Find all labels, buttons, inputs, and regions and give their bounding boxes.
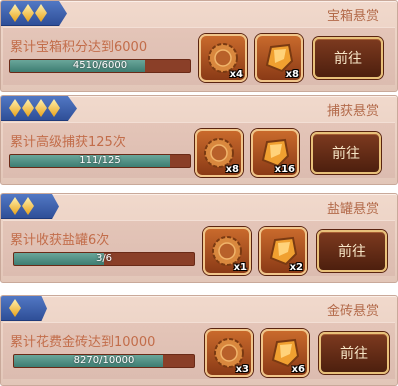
progress-bar: 4510/6000	[9, 59, 191, 73]
go-button[interactable]: 前往	[317, 230, 387, 272]
bounty-content: 累计花费金砖达到10000 8270/10000 x3 x6 前往	[3, 322, 395, 379]
task-description: 累计花费金砖达到10000	[10, 335, 156, 350]
go-button[interactable]: 前往	[313, 37, 383, 79]
bounty-panel: 盐罐悬赏 累计收获盐罐6次 3/6 x1 x2 前往	[0, 193, 398, 283]
reward-count: x16	[274, 164, 295, 175]
progress-bar: 111/125	[9, 154, 191, 168]
go-button[interactable]: 前往	[319, 332, 389, 374]
progress-text: 3/6	[95, 253, 113, 264]
bounty-content: 累计收获盐罐6次 3/6 x1 x2 前往	[3, 220, 395, 276]
star-rank-tag	[1, 194, 59, 219]
task-description: 累计收获盐罐6次	[10, 233, 110, 248]
reward-item[interactable]: x2	[259, 227, 307, 275]
progress-bar: 8270/10000	[13, 354, 195, 368]
reward-item[interactable]: x8	[255, 34, 303, 82]
task-description: 累计高级捕获125次	[10, 135, 126, 150]
reward-item[interactable]: x1	[203, 227, 251, 275]
star-icon	[48, 99, 60, 117]
reward-item[interactable]: x8	[195, 129, 243, 177]
reward-count: x8	[285, 69, 299, 80]
reward-item[interactable]: x4	[199, 34, 247, 82]
progress-text: 8270/10000	[73, 355, 135, 366]
bounty-panel: 捕获悬赏 累计高级捕获125次 111/125 x8 x16 前往	[0, 95, 398, 185]
star-rank-tag	[1, 296, 47, 321]
reward-item[interactable]: x3	[205, 329, 253, 377]
bounty-category-title: 盐罐悬赏	[326, 202, 379, 217]
reward-count: x6	[291, 364, 305, 375]
star-icon	[9, 197, 21, 215]
bounty-panel: 金砖悬赏 累计花费金砖达到10000 8270/10000 x3 x6 前往	[0, 295, 398, 386]
star-icon	[35, 99, 47, 117]
progress-bar: 3/6	[13, 252, 195, 266]
progress-text: 111/125	[79, 155, 121, 166]
star-rank-tag	[1, 96, 77, 121]
reward-count: x4	[229, 69, 243, 80]
reward-count: x2	[289, 262, 303, 273]
reward-item[interactable]: x6	[261, 329, 309, 377]
bounty-category-title: 金砖悬赏	[326, 304, 379, 319]
star-rank-tag	[1, 1, 67, 26]
bounty-panel: 宝箱悬赏 累计宝箱积分达到6000 4510/6000 x4 x8 前往	[0, 0, 398, 92]
star-icon	[9, 299, 21, 317]
bounty-content: 累计宝箱积分达到6000 4510/6000 x4 x8 前往	[3, 27, 395, 85]
bounty-content: 累计高级捕获125次 111/125 x8 x16 前往	[3, 122, 395, 178]
reward-count: x1	[233, 262, 247, 273]
bounty-category-title: 捕获悬赏	[326, 104, 379, 119]
bounty-category-title: 宝箱悬赏	[326, 9, 379, 24]
reward-count: x3	[235, 364, 249, 375]
reward-item[interactable]: x16	[251, 129, 299, 177]
star-icon	[22, 197, 34, 215]
star-icon	[22, 4, 34, 22]
star-icon	[22, 99, 34, 117]
star-icon	[9, 4, 21, 22]
task-description: 累计宝箱积分达到6000	[10, 40, 148, 55]
star-icon	[35, 4, 47, 22]
star-icon	[9, 99, 21, 117]
go-button[interactable]: 前往	[311, 132, 381, 174]
progress-text: 4510/6000	[72, 60, 128, 71]
reward-count: x8	[225, 164, 239, 175]
